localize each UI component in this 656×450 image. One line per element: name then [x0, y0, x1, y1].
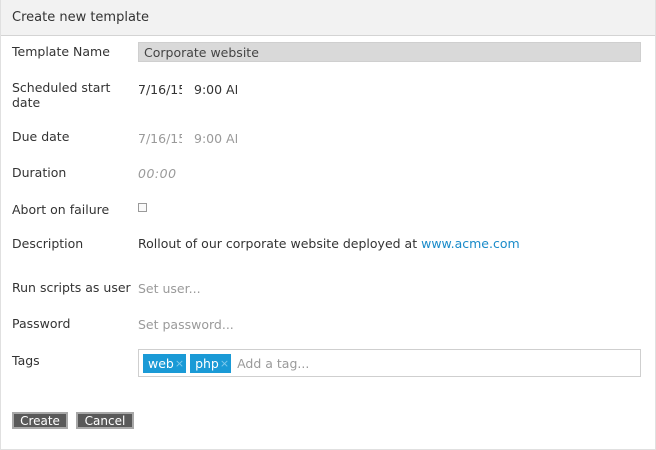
description-link[interactable]: www.acme.com — [421, 236, 520, 251]
create-template-dialog: Create new template Template Name Schedu… — [0, 0, 656, 450]
duration-label: Duration — [12, 165, 67, 180]
tags-field-wrap: web × php × Add a tag... — [138, 349, 641, 377]
template-name-input[interactable] — [138, 42, 641, 62]
add-tag-input[interactable]: Add a tag... — [237, 356, 309, 371]
description-label: Description — [12, 236, 84, 251]
dialog-title: Create new template — [12, 10, 150, 25]
cancel-button[interactable]: Cancel — [76, 412, 134, 429]
tag-chip-label: php — [195, 355, 219, 371]
scheduled-start-label: Scheduled start date — [12, 80, 111, 110]
description-field[interactable]: Rollout of our corporate website deploye… — [138, 236, 520, 251]
abort-on-failure-checkbox[interactable] — [138, 203, 147, 212]
remove-tag-icon[interactable]: × — [175, 354, 184, 373]
tags-label: Tags — [12, 353, 40, 368]
scheduled-start-date-input[interactable]: 7/16/15 — [138, 82, 182, 97]
due-date-field: 7/16/15 9:00 AM — [138, 131, 237, 146]
due-date-time-input[interactable]: 9:00 AM — [194, 131, 237, 146]
template-name-label: Template Name — [12, 44, 110, 59]
description-text: Rollout of our corporate website deploye… — [138, 236, 422, 251]
duration-input[interactable]: 00:00 — [138, 166, 177, 181]
scheduled-start-field: 7/16/15 9:00 AM — [138, 82, 237, 97]
remove-tag-icon[interactable]: × — [220, 354, 229, 373]
tag-chip-php[interactable]: php × — [190, 353, 232, 373]
scheduled-start-time-input[interactable]: 9:00 AM — [194, 82, 237, 97]
template-name-field-wrap — [138, 42, 641, 62]
due-date-label: Due date — [12, 129, 70, 144]
abort-on-failure-label: Abort on failure — [12, 202, 110, 217]
password-label: Password — [12, 316, 71, 331]
dialog-titlebar: Create new template — [1, 0, 655, 36]
dialog-button-bar: Create Cancel — [12, 412, 134, 429]
tag-chip-label: web — [148, 355, 174, 371]
abort-checkbox-wrap — [138, 203, 147, 212]
tags-input-box[interactable]: web × php × Add a tag... — [138, 349, 641, 377]
run-as-user-input[interactable]: Set user... — [138, 281, 201, 296]
due-date-date-input[interactable]: 7/16/15 — [138, 131, 182, 146]
password-input[interactable]: Set password... — [138, 317, 234, 332]
create-button[interactable]: Create — [12, 412, 68, 429]
run-as-user-label: Run scripts as user — [12, 280, 131, 295]
tag-chip-web[interactable]: web × — [143, 353, 187, 373]
